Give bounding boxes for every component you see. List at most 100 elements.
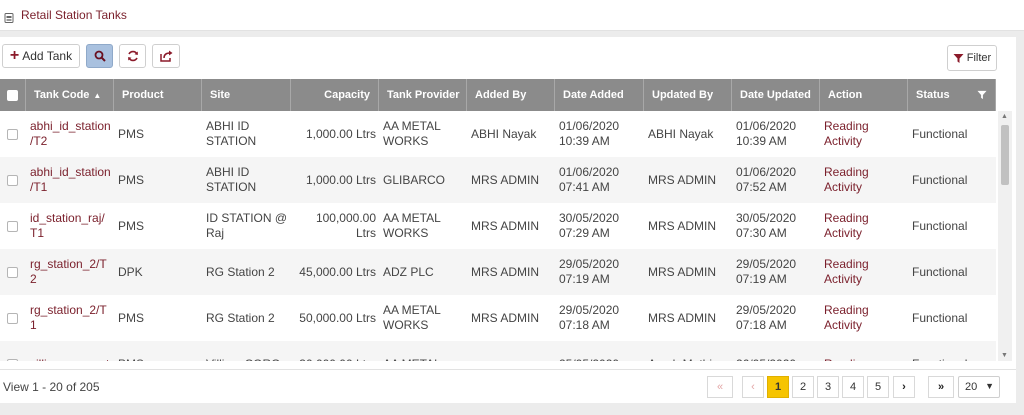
row-checkbox[interactable] — [7, 358, 18, 361]
export-icon — [159, 50, 172, 62]
capacity-cell: 1,000.00 Ltrs — [305, 126, 376, 141]
plus-icon: + — [9, 47, 20, 64]
table-scrollbar[interactable]: ▲ ▼ — [998, 111, 1012, 361]
table-row[interactable]: villiam_coro_stPMSVilliam CORO30,000.00 … — [0, 341, 996, 361]
page-button-3[interactable]: 3 — [817, 376, 839, 398]
export-button[interactable] — [152, 44, 180, 68]
page-size-select[interactable]: 20 ▼ — [958, 376, 1000, 398]
status-cell: Functional — [912, 172, 968, 187]
table-row[interactable]: id_station_raj/ T1 PMS ID STATION @ Raj 100… — [0, 203, 996, 249]
table-row[interactable]: rg_station_2/T 1 PMS RG Station 2 50,000.00… — [0, 295, 996, 341]
updated-by-cell: MRS ADMIN — [648, 264, 717, 279]
tank-icon — [4, 10, 14, 23]
tank-code-link[interactable]: abhi_id_station /T2 — [26, 111, 114, 157]
search-button[interactable] — [86, 44, 113, 68]
column-header-site[interactable]: Site — [202, 79, 291, 111]
table-row[interactable]: abhi_id_station /T1 PMS ABHI ID STATION 1,0… — [0, 157, 996, 203]
updated-by-cell: ABHI Nayak — [648, 126, 714, 141]
column-header-date-updated[interactable]: Date Updated — [732, 79, 820, 111]
select-all-cell — [0, 79, 26, 111]
table-footer: View 1 - 20 of 205 « ‹ 1 2 3 4 5 › » 20 … — [0, 369, 1016, 403]
tank-provider-cell: ADZ PLC — [383, 264, 434, 279]
row-checkbox[interactable] — [7, 220, 18, 232]
date-added-cell: 29/05/2020 07:18 AM — [559, 303, 620, 332]
column-label: Date Added — [563, 89, 624, 101]
product-cell: PMS — [118, 126, 145, 141]
column-header-capacity[interactable]: Capacity — [291, 79, 379, 111]
column-header-tank-provider[interactable]: Tank Provider — [379, 79, 467, 111]
page-button-4[interactable]: 4 — [842, 376, 864, 398]
tank-code-link[interactable]: rg_station_2/T 2 — [26, 249, 114, 295]
scrollbar-thumb[interactable] — [1001, 125, 1009, 185]
date-added-cell: 01/06/2020 07:41 AM — [559, 165, 620, 194]
table-row[interactable]: rg_station_2/T 2 DPK RG Station 2 45,000.00… — [0, 249, 996, 295]
row-checkbox[interactable] — [7, 312, 18, 324]
added-by-cell: ABHI Nayak — [471, 126, 537, 141]
select-all-checkbox[interactable] — [7, 89, 18, 101]
updated-by-cell: MRS ADMIN — [648, 310, 717, 325]
tank-code-link[interactable]: rg_station_2/T 1 — [26, 295, 114, 341]
refresh-icon — [127, 50, 138, 62]
column-label: Tank Provider — [387, 89, 460, 101]
search-icon — [94, 50, 106, 62]
status-cell: Functional — [912, 218, 968, 233]
product-cell: PMS — [118, 172, 145, 187]
first-page-button[interactable]: « — [707, 376, 733, 398]
column-header-status[interactable]: Status — [908, 79, 996, 111]
add-tank-button[interactable]: + Add Tank — [2, 44, 80, 68]
tank-provider-cell: AA METAL WORKS — [383, 303, 441, 332]
row-checkbox[interactable] — [7, 128, 18, 140]
record-count: View 1 - 20 of 205 — [3, 380, 100, 394]
column-header-added-by[interactable]: Added By — [467, 79, 555, 111]
sort-icon: ▲ — [93, 90, 102, 100]
next-page-button[interactable]: › — [893, 376, 915, 398]
reading-activity-link[interactable]: Reading — [820, 341, 908, 362]
scroll-down-icon[interactable]: ▼ — [1001, 352, 1008, 359]
added-by-cell: MRS ADMIN — [471, 264, 540, 279]
site-cell: RG Station 2 — [206, 310, 275, 325]
column-label: Site — [210, 89, 231, 101]
product-cell: PMS — [118, 218, 145, 233]
site-cell: ID STATION @ Raj — [206, 211, 288, 240]
page-button-2[interactable]: 2 — [792, 376, 814, 398]
site-cell: ABHI ID STATION — [206, 165, 257, 194]
status-cell: Functional — [912, 126, 968, 141]
column-header-tank-code[interactable]: Tank Code ▲ — [26, 79, 114, 111]
row-checkbox[interactable] — [7, 174, 18, 186]
toolbar: + Add Tank Filter — [0, 37, 1016, 79]
row-checkbox[interactable] — [7, 266, 18, 278]
capacity-cell: 1,000.00 Ltrs — [305, 172, 376, 187]
capacity-cell: 50,000.00 Ltrs — [299, 310, 376, 325]
page-title: Retail Station Tanks — [21, 8, 127, 22]
page-header: Retail Station Tanks — [0, 0, 1024, 31]
tank-code-link[interactable]: villiam_coro_st — [26, 341, 114, 362]
reading-activity-link[interactable]: Reading Activity — [820, 295, 908, 341]
column-header-updated-by[interactable]: Updated By — [644, 79, 732, 111]
column-filter-icon[interactable] — [977, 90, 987, 100]
refresh-button[interactable] — [119, 44, 146, 68]
reading-activity-link[interactable]: Reading Activity — [820, 157, 908, 203]
page-button-5[interactable]: 5 — [867, 376, 889, 398]
reading-activity-link[interactable]: Reading Activity — [820, 111, 908, 157]
scroll-up-icon[interactable]: ▲ — [1001, 113, 1008, 120]
table-row[interactable]: abhi_id_station /T2 PMS ABHI ID STATION 1,0… — [0, 111, 996, 157]
filter-icon — [953, 53, 964, 63]
status-cell: Functional — [908, 341, 996, 362]
tank-provider-cell: GLIBARCO — [383, 172, 446, 187]
date-added-cell: 30/05/2020 07:29 AM — [559, 211, 620, 240]
last-page-button[interactable]: » — [928, 376, 954, 398]
date-updated-cell: 01/06/2020 10:39 AM — [736, 119, 797, 148]
tank-code-link[interactable]: abhi_id_station /T1 — [26, 157, 114, 203]
filter-button[interactable]: Filter — [947, 45, 997, 71]
column-header-date-added[interactable]: Date Added — [555, 79, 644, 111]
reading-activity-link[interactable]: Reading Activity — [820, 249, 908, 295]
date-updated-cell: 26/05/2020 — [732, 341, 820, 362]
column-header-product[interactable]: Product — [114, 79, 202, 111]
site-cell: Villiam CORO — [202, 341, 291, 362]
tank-provider-cell: AA METAL — [379, 341, 467, 362]
reading-activity-link[interactable]: Reading Activity — [820, 203, 908, 249]
prev-page-button[interactable]: ‹ — [742, 376, 764, 398]
add-tank-label: Add Tank — [22, 49, 73, 63]
page-button-1[interactable]: 1 — [767, 376, 789, 398]
tank-code-link[interactable]: id_station_raj/ T1 — [26, 203, 114, 249]
